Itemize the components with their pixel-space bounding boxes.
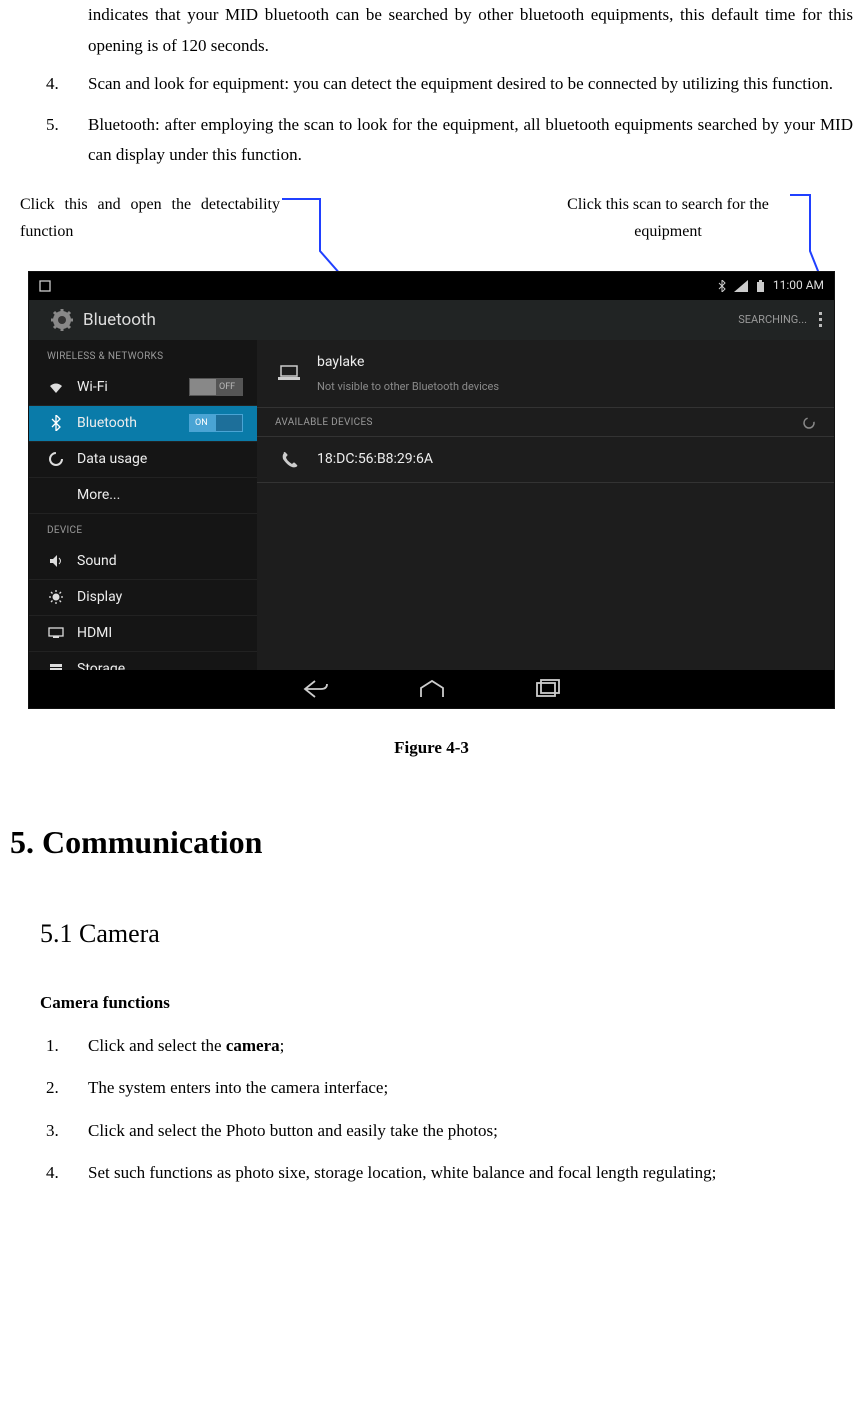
camera-functions-heading: Camera functions [40,988,853,1019]
list-number: 4. [46,1158,59,1189]
list-item-text: The system enters into the camera interf… [88,1078,388,1097]
status-time: 11:00 AM [773,275,824,297]
list-number: 2. [46,1073,59,1104]
sidebar-item-label: Display [77,585,243,610]
bluetooth-icon [47,415,65,431]
sound-icon [47,554,65,568]
sidebar-item-sound[interactable]: Sound [29,544,257,580]
scan-spinner-icon[interactable] [802,416,816,430]
list-number: 5. [46,110,59,141]
status-bar: 11:00 AM [29,272,834,300]
phone-icon [275,451,303,469]
wifi-icon [47,381,65,394]
device-mac: 18:DC:56:B8:29:6A [317,447,433,472]
list-number: 1. [46,1031,59,1062]
sidebar-item-label: Data usage [77,447,243,472]
sidebar-item-label: Sound [77,549,243,574]
battery-icon [756,280,765,292]
bluetooth-toggle[interactable]: ON [189,414,243,432]
sidebar-item-more[interactable]: More... [29,478,257,514]
sidebar-item-label: Wi-Fi [77,375,177,400]
callout-right: Click this scan to search for the equipm… [553,191,783,265]
sidebar-item-hdmi[interactable]: HDMI [29,616,257,652]
list-number: 4. [46,69,59,100]
sidebar-item-label: Bluetooth [77,411,177,436]
list-item-text: Scan and look for equipment: you can det… [88,74,833,93]
searching-label: SEARCHING... [738,310,807,330]
list-item-5: 5. Bluetooth: after employing the scan t… [10,110,853,171]
list-item-text: Bluetooth: after employing the scan to l… [88,115,853,165]
display-icon [47,590,65,604]
subsection-heading-5-1: 5.1 Camera [40,911,853,958]
home-button-icon[interactable] [419,679,445,699]
wifi-toggle[interactable]: OFF [189,378,243,396]
list-item-text: Click and select the Photo button and ea… [88,1121,498,1140]
bluetooth-main-panel: baylake Not visible to other Bluetooth d… [257,340,834,672]
callout-left: Click this and open the detectability fu… [20,191,280,265]
camera-list-item-3: 3. Click and select the Photo button and… [10,1116,853,1147]
recents-button-icon[interactable] [535,679,561,699]
list-number: 3. [46,1116,59,1147]
sidebar-item-label: HDMI [77,621,243,646]
camera-list-item-1: 1. Click and select the camera; [10,1031,853,1062]
this-device-name: baylake [317,350,499,375]
this-device-row[interactable]: baylake Not visible to other Bluetooth d… [257,340,834,408]
callouts-row: Click this and open the detectability fu… [20,191,843,265]
section-heading-5: 5. Communication [10,814,853,872]
laptop-icon [275,364,303,382]
sidebar-section-wireless: WIRELESS & NETWORKS [29,340,257,370]
this-device-subtext: Not visible to other Bluetooth devices [317,377,499,397]
signal-icon [734,280,748,292]
back-button-icon[interactable] [303,679,329,699]
sidebar-item-display[interactable]: Display [29,580,257,616]
sidebar-section-device: DEVICE [29,514,257,544]
sidebar-item-data-usage[interactable]: Data usage [29,442,257,478]
figure-caption: Figure 4-3 [10,733,853,764]
continued-paragraph: indicates that your MID bluetooth can be… [88,0,853,61]
data-usage-icon [47,452,65,466]
app-title: Bluetooth [83,305,156,336]
list-item-bold: camera [226,1036,280,1055]
list-item-text: Set such functions as photo sixe, storag… [88,1163,716,1182]
available-device-row[interactable]: 18:DC:56:B8:29:6A [257,437,834,483]
camera-list-item-4: 4. Set such functions as photo sixe, sto… [10,1158,853,1189]
sidebar-item-wifi[interactable]: Wi-Fi OFF [29,370,257,406]
available-devices-header: AVAILABLE DEVICES [275,414,373,432]
app-bar: Bluetooth SEARCHING... [29,300,834,340]
settings-gear-icon[interactable] [51,309,73,331]
system-nav-bar [29,670,834,708]
settings-sidebar: WIRELESS & NETWORKS Wi-Fi OFF Bluetooth … [29,340,257,672]
list-item-text-pre: Click and select the [88,1036,226,1055]
sidebar-item-bluetooth[interactable]: Bluetooth ON [29,406,257,442]
camera-list-item-2: 2. The system enters into the camera int… [10,1073,853,1104]
hdmi-icon [47,627,65,639]
notification-icon [39,280,51,292]
bluetooth-status-icon [718,280,726,292]
list-item-text-post: ; [280,1036,285,1055]
overflow-menu-icon[interactable] [819,312,822,327]
list-item-4: 4. Scan and look for equipment: you can … [10,69,853,100]
android-screenshot: 11:00 AM Bluetooth SEARCHING... WIRELESS… [28,271,835,709]
sidebar-item-label: More... [77,483,243,508]
